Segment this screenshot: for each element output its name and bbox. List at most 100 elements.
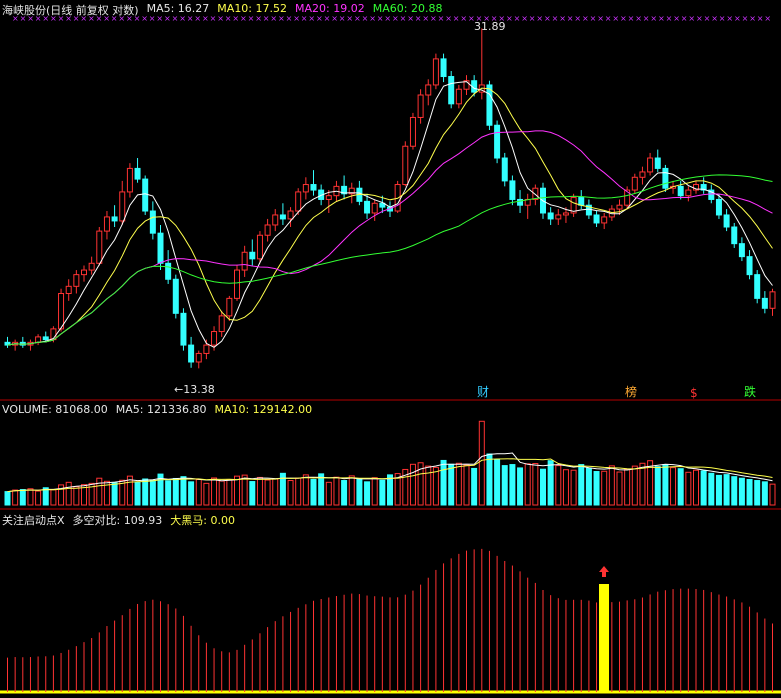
- candle: [738, 237, 745, 262]
- candle: [754, 270, 761, 304]
- candle-body: [685, 189, 692, 197]
- candle: [81, 265, 87, 282]
- volume-bar: [96, 477, 103, 506]
- candle-body: [211, 331, 218, 346]
- candle: [448, 71, 455, 109]
- candle: [172, 274, 179, 319]
- long-short-ratio: 多空对比: 109.93: [72, 514, 163, 527]
- volume-bar: [195, 479, 202, 506]
- marker-bang: 榜: [625, 385, 638, 399]
- candle: [509, 175, 516, 206]
- candle: [35, 334, 42, 346]
- candle: [287, 207, 294, 228]
- candle: [119, 180, 126, 225]
- candle-body: [73, 274, 80, 287]
- candle-body: [723, 214, 730, 228]
- volume-bar: [754, 480, 761, 506]
- volume-bar: [256, 476, 263, 506]
- cross-marker: ×: [635, 14, 642, 23]
- candlestick-series: [4, 28, 776, 369]
- volume-bar: [731, 476, 738, 506]
- candle-body: [157, 232, 164, 264]
- candle-body: [425, 84, 432, 96]
- candle: [593, 211, 600, 228]
- cross-marker: ×: [453, 14, 460, 23]
- candle: [180, 308, 187, 351]
- volume-value: VOLUME: 81068.00: [2, 403, 108, 416]
- volume-bar: [478, 420, 485, 506]
- volume-bar: [708, 472, 715, 506]
- candle-body: [509, 180, 516, 200]
- candle-body: [547, 212, 554, 220]
- candle-body: [119, 191, 126, 222]
- candle-body: [647, 157, 654, 173]
- volume-bar: [310, 479, 317, 506]
- candle-body: [35, 336, 42, 343]
- candle-body: [58, 293, 65, 330]
- volume-bar: [639, 462, 646, 506]
- candle-body: [616, 204, 623, 210]
- cross-marker: ×: [726, 14, 733, 23]
- candle-body: [654, 157, 661, 169]
- candle-body: [417, 94, 424, 118]
- volume-bar: [387, 474, 393, 506]
- price-header: 海峡股份(日线 前复权 对数) MA5: 16.27 MA10: 17.52 M…: [2, 2, 442, 18]
- cross-marker: ×: [643, 14, 650, 23]
- volume-bar: [700, 470, 707, 506]
- candle-body: [149, 210, 156, 234]
- candle: [463, 75, 470, 96]
- ma10-value: MA10: 17.52: [217, 2, 288, 15]
- candle-body: [432, 58, 439, 86]
- volume-bar: [325, 481, 332, 506]
- volume-bar: [693, 469, 699, 506]
- candle: [249, 239, 256, 266]
- volume-bar: [601, 470, 608, 506]
- candle: [746, 250, 753, 280]
- candle-body: [501, 157, 508, 182]
- candle: [494, 120, 501, 164]
- candle: [555, 209, 562, 225]
- volume-bar: [409, 463, 416, 506]
- volume-bar: [670, 467, 677, 506]
- volume-bar: [562, 469, 569, 506]
- candle: [432, 53, 439, 90]
- candle-body: [593, 214, 600, 224]
- candle-body: [555, 214, 562, 220]
- volume-ma10-value: MA10: 129142.00: [214, 403, 313, 416]
- candle: [302, 177, 309, 200]
- volume-bar: [631, 465, 638, 506]
- candle: [425, 79, 432, 106]
- cross-marker: ×: [514, 14, 521, 23]
- stock-chart[interactable]: × × × × × × × × × × × × × × × × × × × × × × × × × × × × × × × × × × × × × × × ×…: [0, 0, 781, 698]
- volume-bar: [509, 464, 516, 506]
- candle-body: [310, 184, 317, 191]
- candle: [761, 291, 768, 314]
- ma5-value: MA5: 16.27: [146, 2, 210, 15]
- candle-body: [601, 216, 608, 224]
- cross-marker: ×: [650, 14, 657, 23]
- volume-bar: [111, 482, 118, 506]
- candle-body: [761, 297, 768, 309]
- cross-marker: ×: [628, 14, 635, 23]
- candle-body: [126, 167, 133, 193]
- cross-marker: ×: [658, 14, 665, 23]
- candle-body: [165, 262, 172, 280]
- cross-marker: ×: [673, 14, 680, 23]
- volume-bar: [593, 471, 600, 506]
- cross-marker: ×: [460, 14, 467, 23]
- candle: [19, 336, 26, 348]
- volume-bar: [654, 466, 661, 506]
- candle: [134, 158, 141, 183]
- candle: [4, 336, 11, 348]
- candle: [241, 245, 248, 277]
- candle: [677, 180, 684, 200]
- cross-marker: ×: [605, 14, 612, 23]
- candle: [723, 209, 730, 232]
- volume-bar: [570, 469, 577, 506]
- candle-body: [42, 336, 49, 341]
- volume-bar: [517, 467, 524, 506]
- candle-body: [738, 243, 745, 258]
- candle-body: [402, 145, 409, 186]
- cross-marker: ×: [544, 14, 551, 23]
- ma60-value: MA60: 20.88: [372, 2, 443, 15]
